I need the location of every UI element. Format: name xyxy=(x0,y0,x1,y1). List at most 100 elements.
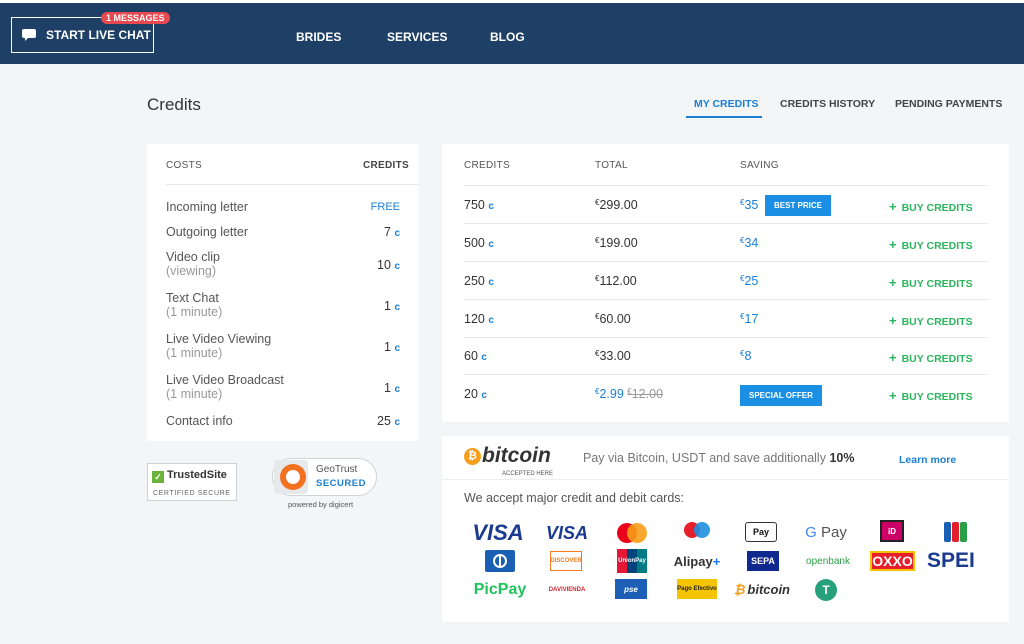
old-price: €12.00 xyxy=(627,387,664,401)
credits-column-header: CREDITS xyxy=(363,160,409,171)
cost-row: Live Video Viewing (1 minute) 1 c xyxy=(166,332,400,360)
unionpay-logo: UnionPay xyxy=(617,549,647,573)
credit-coin-icon: c xyxy=(394,261,400,272)
buy-credits-button[interactable]: + BUY CREDITS xyxy=(889,237,973,252)
check-icon: ✓ xyxy=(152,471,164,483)
package-saving: €25 xyxy=(740,274,759,288)
geotrust-badge[interactable]: GeoTrust SECURED powered by digicert xyxy=(272,458,377,512)
package-saving: €8 xyxy=(740,349,752,363)
geotrust-seal-icon xyxy=(280,464,306,490)
credit-coin-icon: c xyxy=(394,302,400,313)
plus-icon: + xyxy=(889,388,897,403)
nav-brides[interactable]: BRIDES xyxy=(296,30,341,44)
cost-sublabel: (viewing) xyxy=(166,264,217,278)
tab-pending-payments[interactable]: PENDING PAYMENTS xyxy=(895,98,1002,110)
maestro-logo xyxy=(680,520,714,544)
package-total: €112.00 xyxy=(595,274,637,288)
cost-sublabel: (1 minute) xyxy=(166,346,223,360)
chat-bubble-icon xyxy=(22,29,36,41)
credit-coin-icon: c xyxy=(394,417,400,428)
credit-coin-icon: c xyxy=(488,201,494,212)
payment-methods-card: ₿ bitcoin ACCEPTED HERE Pay via Bitcoin,… xyxy=(442,436,1009,622)
apple-pay-logo: Pay xyxy=(745,522,777,542)
visa-logo: VISA xyxy=(472,521,524,545)
top-navbar: START LIVE CHAT 1 MESSAGES BRIDES SERVIC… xyxy=(0,0,1024,64)
cost-value: 10 c xyxy=(377,258,400,272)
visa-electron-logo: VISA xyxy=(545,522,588,543)
credit-packages-card: CREDITS TOTAL SAVING 750 c €299.00 €35 B… xyxy=(442,144,1009,422)
divider xyxy=(464,299,988,300)
divider xyxy=(442,479,1009,480)
google-pay-logo: G Pay xyxy=(805,523,847,541)
cost-label: Incoming letter xyxy=(166,200,248,214)
buy-credits-button[interactable]: + BUY CREDITS xyxy=(889,313,973,328)
picpay-logo: PicPay xyxy=(473,581,527,598)
credit-coin-icon: c xyxy=(481,352,487,363)
tab-my-credits[interactable]: MY CREDITS xyxy=(694,98,759,110)
cost-sublabel: (1 minute) xyxy=(166,305,223,319)
divider xyxy=(166,184,419,185)
sepa-logo: SEPA xyxy=(747,551,779,571)
diners-club-logo xyxy=(485,550,515,572)
ideal-logo: iD xyxy=(880,520,904,542)
cost-value: 25 c xyxy=(377,414,400,428)
package-total: €60.00 xyxy=(595,312,631,326)
pago-efectivo-logo: Pago Efectivo xyxy=(677,579,717,599)
costs-column-header: COSTS xyxy=(166,160,202,171)
buy-credits-button[interactable]: + BUY CREDITS xyxy=(889,275,973,290)
tether-logo: T xyxy=(815,579,837,601)
packages-saving-header: SAVING xyxy=(740,160,779,171)
divider xyxy=(464,185,988,186)
cost-row: Text Chat (1 minute) 1 c xyxy=(166,291,400,319)
nav-services[interactable]: SERVICES xyxy=(387,30,447,44)
costs-card: COSTS CREDITS Incoming letter FREE Outgo… xyxy=(147,144,419,441)
cost-value: 7 c xyxy=(384,225,400,239)
credit-coin-icon: c xyxy=(488,239,494,250)
cost-row: Incoming letter FREE xyxy=(166,200,400,214)
davivienda-logo: DAVIVIENDA xyxy=(548,587,586,593)
divider xyxy=(464,374,988,375)
cost-value: 1 c xyxy=(384,299,400,313)
package-credits: 20 c xyxy=(464,387,487,401)
jcb-logo xyxy=(944,522,968,542)
cost-sublabel: (1 minute) xyxy=(166,387,223,401)
cost-label: Video clip xyxy=(166,250,220,264)
divider xyxy=(464,337,988,338)
bitcoin-icon: ₿ xyxy=(464,448,481,465)
cost-row: Video clip (viewing) 10 c xyxy=(166,250,400,278)
credit-coin-icon: c xyxy=(488,315,494,326)
package-total: €299.00 xyxy=(595,198,638,212)
cost-value: 1 c xyxy=(384,381,400,395)
divider xyxy=(464,261,988,262)
cost-row: Contact info 25 c xyxy=(166,414,400,428)
package-credits: 250 c xyxy=(464,274,494,288)
openbank-logo: openbank xyxy=(806,555,850,567)
buy-credits-button[interactable]: + BUY CREDITS xyxy=(889,388,973,403)
start-live-chat-label: START LIVE CHAT xyxy=(46,28,151,42)
alipay-plus-logo: Alipay + xyxy=(673,553,721,569)
cost-label: Outgoing letter xyxy=(166,225,248,239)
buy-credits-button[interactable]: + BUY CREDITS xyxy=(889,199,973,214)
package-credits: 120 c xyxy=(464,312,494,326)
buy-credits-button[interactable]: + BUY CREDITS xyxy=(889,350,973,365)
bitcoin-accepted-logo: ₿ bitcoin ACCEPTED HERE xyxy=(464,444,564,477)
messages-badge[interactable]: 1 MESSAGES xyxy=(101,12,170,24)
learn-more-link[interactable]: Learn more xyxy=(899,454,956,466)
bitcoin-discount-note: Pay via Bitcoin, USDT and save additiona… xyxy=(583,451,855,465)
trustedsite-badge[interactable]: ✓ TrustedSite CERTIFIED SECURE xyxy=(147,463,237,501)
credit-coin-icon: c xyxy=(394,384,400,395)
tab-credits-history[interactable]: CREDITS HISTORY xyxy=(780,98,875,110)
package-total: €199.00 xyxy=(595,236,638,250)
plus-icon: + xyxy=(889,350,897,365)
active-tab-indicator xyxy=(686,116,762,118)
cost-label: Text Chat xyxy=(166,291,219,305)
package-saving: €17 xyxy=(740,312,759,326)
discover-logo: DISCOVER xyxy=(550,551,582,571)
nav-blog[interactable]: BLOG xyxy=(490,30,525,44)
oxxo-logo: OXXO xyxy=(870,551,915,571)
pse-logo: pse xyxy=(615,579,647,599)
credit-coin-icon: c xyxy=(488,277,494,288)
package-credits: 500 c xyxy=(464,236,494,250)
credit-coin-icon: c xyxy=(394,228,400,239)
best-price-badge: BEST PRICE xyxy=(765,195,832,216)
